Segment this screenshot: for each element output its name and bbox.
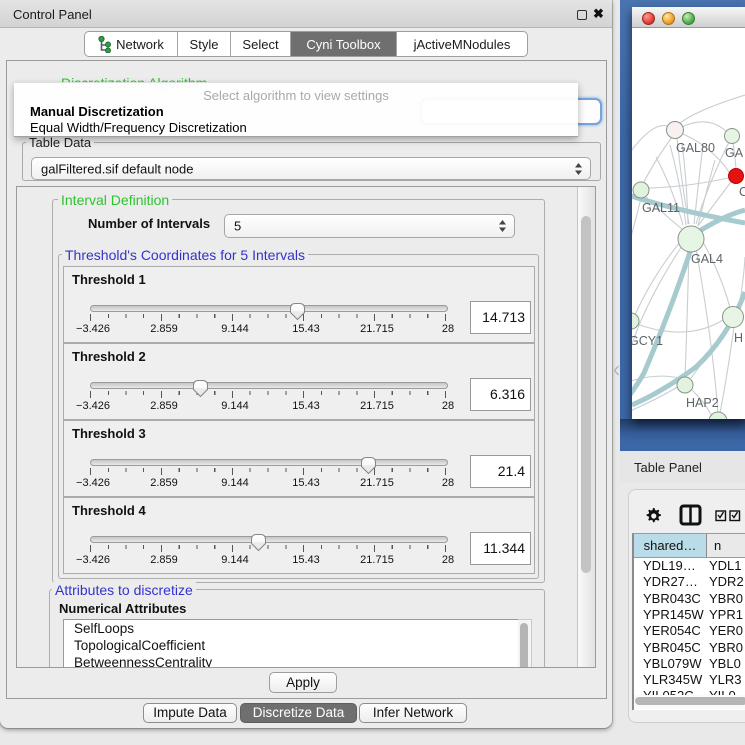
svg-text:GA: GA [725,146,744,160]
svg-text:GAL4: GAL4 [691,252,723,266]
svg-text:GAL11: GAL11 [642,201,680,215]
svg-text:C: C [739,185,745,199]
svg-text:GAL80: GAL80 [676,141,715,155]
svg-text:H: H [734,331,743,345]
svg-text:GCY1: GCY1 [632,334,663,348]
svg-text:HAP2: HAP2 [686,396,719,410]
